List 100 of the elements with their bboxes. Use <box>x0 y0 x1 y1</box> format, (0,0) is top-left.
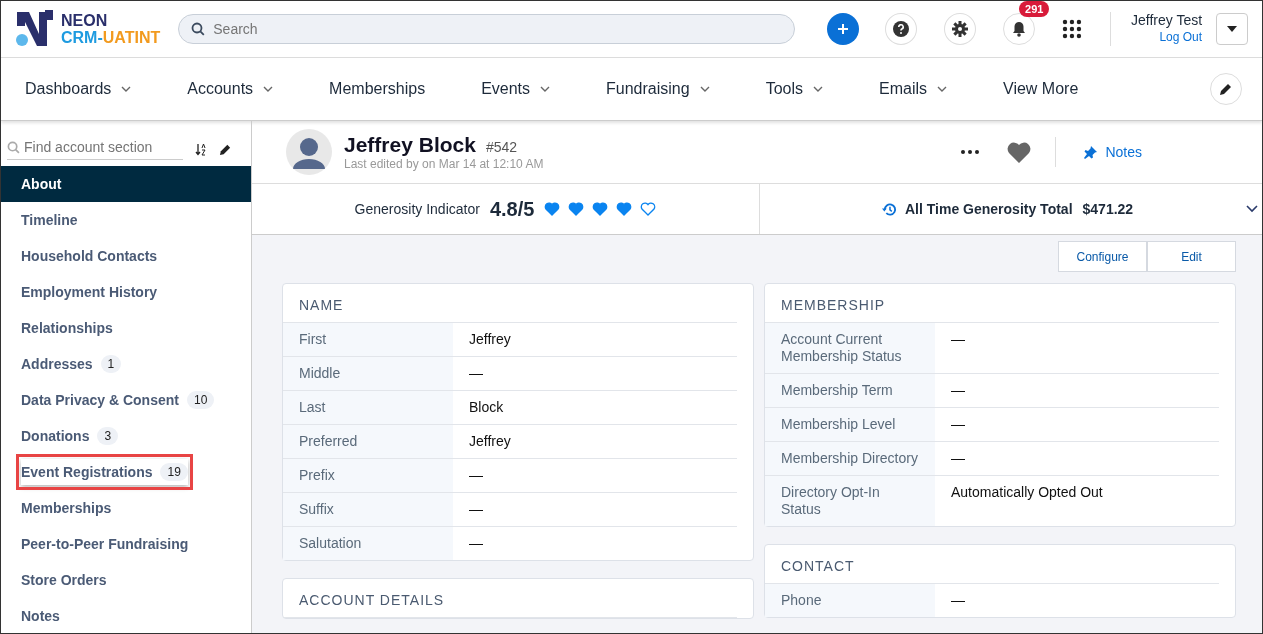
logo-wordmark: NEON <box>61 12 109 29</box>
search-icon <box>7 140 20 154</box>
sidebar-item-label: Peer-to-Peer Fundraising <box>21 536 189 552</box>
nav-menu-item[interactable]: Fundraising <box>606 80 710 98</box>
field-value: — <box>468 534 484 553</box>
sidebar-item-label: Addresses <box>21 356 93 372</box>
add-button[interactable] <box>827 13 860 45</box>
nav-menu-item[interactable]: Dashboards <box>25 80 132 98</box>
sidebar-item-label: Notes <box>21 608 60 624</box>
logo-product: CRM- <box>61 29 103 46</box>
field-value: Jeffrey <box>468 330 512 349</box>
apps-grid-icon[interactable] <box>1062 19 1082 39</box>
generosity-label: Generosity Indicator <box>354 201 480 217</box>
field-label: Account Current Membership Status <box>765 323 935 373</box>
user-menu-button[interactable] <box>1216 13 1248 45</box>
sort-icon[interactable] <box>195 143 207 156</box>
sidebar-item[interactable]: Employment History <box>1 274 251 310</box>
chevron-icon[interactable] <box>1246 205 1258 213</box>
heart-icon[interactable] <box>1007 141 1032 163</box>
sidebar-item-label: Event Registrations <box>21 464 153 480</box>
nav-menu-item[interactable]: Accounts <box>187 80 274 98</box>
nav-menu-item[interactable]: Events <box>481 80 551 98</box>
logo-environment: UATINT <box>102 29 161 46</box>
field-label: Preferred <box>283 425 453 458</box>
sidebar-item[interactable]: About <box>1 166 251 202</box>
field-label: First <box>283 323 453 356</box>
settings-icon <box>952 21 969 37</box>
search-icon <box>191 22 206 36</box>
field-value: — <box>950 449 966 468</box>
field-value: — <box>950 330 966 349</box>
heart-icon <box>616 202 633 216</box>
sidebar-item[interactable]: Event Registrations 19 <box>1 454 251 490</box>
sidebar-item-label: Data Privacy & Consent <box>21 392 179 408</box>
pencil-icon[interactable] <box>219 143 232 156</box>
count-badge: 3 <box>97 427 119 445</box>
sidebar-item[interactable]: Timeline <box>1 202 251 238</box>
nav-menu-item[interactable]: Memberships <box>329 80 426 98</box>
field-label: Membership Term <box>765 374 935 407</box>
sidebar-item[interactable]: Relationships <box>1 310 251 346</box>
field-value: — <box>468 500 484 519</box>
action-button[interactable]: Edit <box>1147 241 1236 272</box>
history-icon <box>882 201 897 217</box>
logout-link[interactable]: Log Out <box>1159 29 1203 46</box>
notifications-button[interactable] <box>1003 13 1036 45</box>
sidebar-item[interactable]: Data Privacy & Consent 10 <box>1 382 251 418</box>
nav-menu-item[interactable]: Tools <box>765 80 823 98</box>
account-name: Jeffrey Block <box>344 133 476 157</box>
card-title: ACCOUNT DETAILS <box>283 579 737 618</box>
nav-menu-item[interactable]: View More <box>1003 80 1079 98</box>
sidebar-item[interactable]: Peer-to-Peer Fundraising <box>1 526 251 562</box>
field-label: Suffix <box>283 493 453 526</box>
field-label: Prefix <box>283 459 453 492</box>
sidebar-item[interactable]: Addresses 1 <box>1 346 251 382</box>
count-badge: 1 <box>100 355 122 373</box>
help-button[interactable] <box>885 13 918 45</box>
sidebar-item-label: Donations <box>21 428 90 444</box>
sidebar-item-label: Employment History <box>21 284 158 300</box>
heart-icon <box>544 202 561 216</box>
field-label: Phone <box>765 584 935 617</box>
field-label: Salutation <box>283 527 453 560</box>
notification-count: 291 <box>1019 1 1050 17</box>
sidebar-item-label: About <box>21 176 62 192</box>
field-label: Membership Directory <box>765 442 935 475</box>
field-value: Block <box>468 398 505 417</box>
settings-button[interactable] <box>944 13 977 45</box>
more-icon[interactable] <box>961 150 980 154</box>
sidebar-item-label: Household Contacts <box>21 248 158 264</box>
notes-link[interactable]: Notes <box>1084 144 1142 160</box>
help-icon <box>893 21 910 37</box>
field-label: Last <box>283 391 453 424</box>
action-button[interactable]: Configure <box>1058 241 1147 272</box>
sidebar-item-label: Timeline <box>21 212 78 228</box>
sidebar-item[interactable]: Donations 3 <box>1 418 251 454</box>
generosity-score: 4.8/5 <box>489 197 535 221</box>
pencil-icon <box>1219 82 1233 96</box>
field-value: — <box>950 381 966 400</box>
heart-icon <box>592 202 609 216</box>
field-value: Automatically Opted Out <box>950 483 1104 502</box>
sidebar-item[interactable]: Household Contacts <box>1 238 251 274</box>
field-label: Directory Opt-In Status <box>765 476 935 526</box>
avatar <box>286 129 332 175</box>
heart-icon <box>640 202 657 216</box>
field-value: — <box>468 466 484 485</box>
field-value: — <box>950 591 966 610</box>
field-value: Jeffrey <box>468 432 512 451</box>
field-value: — <box>950 415 966 434</box>
generosity-total-label: All Time Generosity Total <box>905 201 1073 217</box>
sidebar-item-label: Relationships <box>21 320 113 336</box>
count-badge: 19 <box>160 463 188 481</box>
count-badge: 10 <box>186 391 215 409</box>
sidebar-item[interactable]: Notes <box>1 598 251 633</box>
sidebar-item[interactable]: Store Orders <box>1 562 251 598</box>
sidebar-item-label: Store Orders <box>21 572 107 588</box>
edit-nav-button[interactable] <box>1210 73 1242 105</box>
generosity-total-value: $471.22 <box>1082 201 1134 217</box>
search-field[interactable]: Search <box>178 14 796 44</box>
heart-icon <box>568 202 585 216</box>
pin-icon <box>1084 145 1098 159</box>
sidebar-item[interactable]: Memberships <box>1 490 251 526</box>
nav-menu-item[interactable]: Emails <box>879 80 948 98</box>
